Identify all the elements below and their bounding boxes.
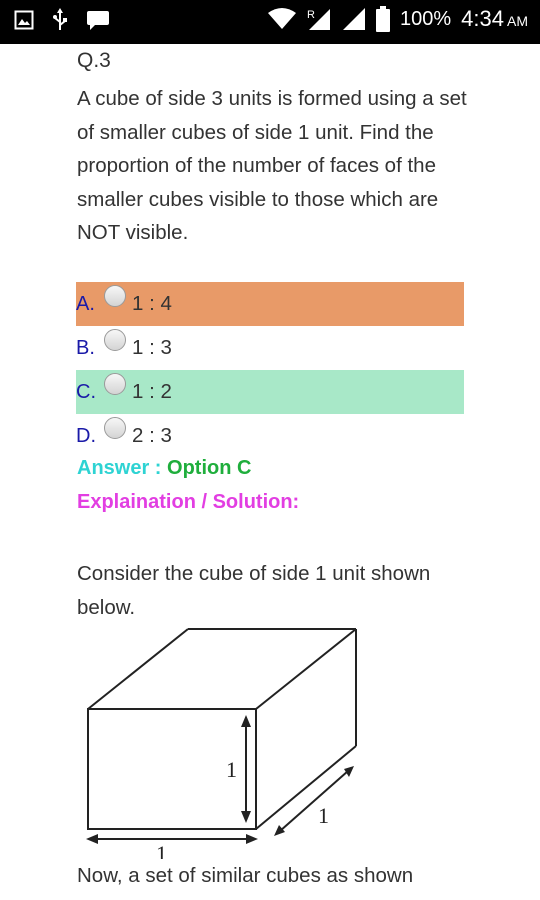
option-b[interactable]: B. 1 : 3 (76, 326, 464, 370)
option-letter: B. (76, 336, 95, 359)
wifi-icon (268, 8, 297, 29)
chat-icon (87, 11, 109, 30)
svg-text:R: R (307, 9, 315, 21)
explanation-heading: Explaination / Solution: (77, 491, 300, 513)
clock-ampm: AM (507, 13, 528, 29)
continuation-text: Now, a set of similar cubes as shown (77, 864, 414, 887)
signal-icon (343, 8, 366, 30)
usb-icon (53, 8, 67, 30)
question-text: A cube of side 3 units is formed using a… (77, 87, 467, 244)
clock: 4:34 AM (461, 6, 528, 32)
option-letter: A. (76, 292, 95, 315)
answer-line: Answer : Option C (77, 457, 251, 480)
radio-button[interactable] (104, 329, 126, 351)
gallery-icon (14, 10, 34, 30)
battery-icon (376, 6, 391, 32)
option-letter: C. (76, 380, 96, 403)
option-letter: D. (76, 424, 96, 447)
width-label: 1 (156, 841, 167, 859)
option-a[interactable]: A. 1 : 4 (76, 282, 464, 326)
height-label: 1 (226, 757, 237, 782)
radio-button[interactable] (104, 417, 126, 439)
option-text: 1 : 4 (132, 292, 172, 315)
question-content: Q.3 A cube of side 3 units is formed usi… (0, 44, 540, 900)
signal-r-icon: R (307, 9, 331, 30)
status-bar: R 100% 4:34 AM (0, 0, 540, 44)
answer-label: Answer : (77, 457, 162, 479)
option-c[interactable]: C. 1 : 2 (76, 370, 464, 414)
option-d[interactable]: D. 2 : 3 (76, 414, 464, 458)
option-text: 2 : 3 (132, 424, 172, 447)
clock-time: 4:34 (461, 6, 504, 31)
radio-button[interactable] (104, 285, 126, 307)
solution-text: Consider the cube of side 1 unit shown b… (77, 562, 431, 619)
option-text: 1 : 3 (132, 336, 172, 359)
option-text: 1 : 2 (132, 380, 172, 403)
depth-label: 1 (318, 803, 329, 828)
cube-figure: 1 1 1 (86, 628, 357, 859)
question-number: Q.3 (77, 49, 111, 72)
answer-value: Option C (167, 457, 252, 479)
battery-percent: 100% (400, 7, 452, 30)
radio-button[interactable] (104, 373, 126, 395)
